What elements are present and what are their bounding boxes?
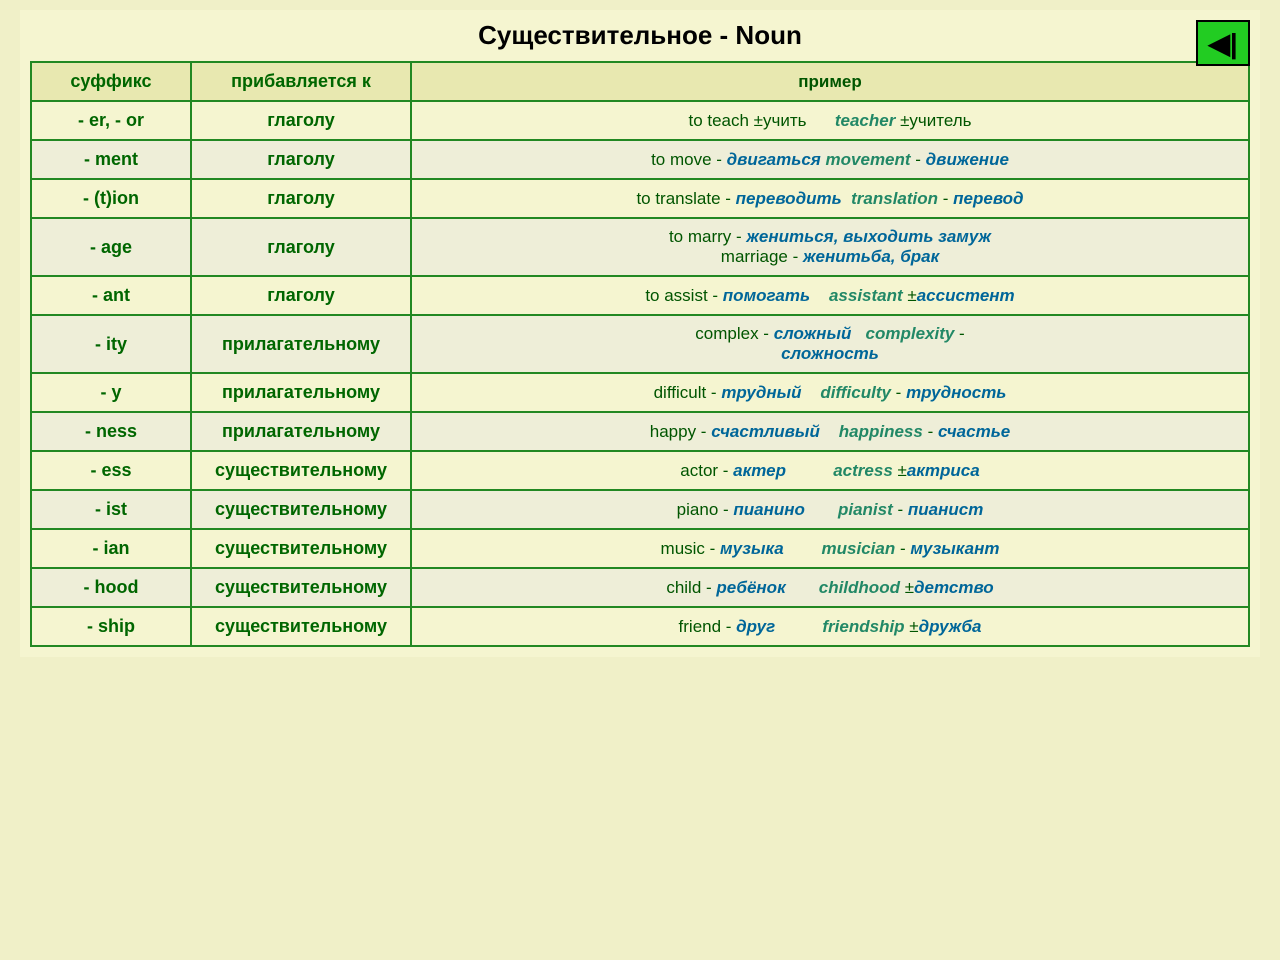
table-row: - ianсуществительномуmusic - музыка musi… [31,529,1249,568]
suffix-cell: - ship [31,607,191,646]
base-cell: прилагательному [191,373,411,412]
base-cell: существительному [191,529,411,568]
example-cell: actor - актер actress ±актриса [411,451,1249,490]
table-row: - mentглаголуto move - двигаться movemen… [31,140,1249,179]
example-cell: to assist - помогать assistant ±ассистен… [411,276,1249,315]
suffix-cell: - ment [31,140,191,179]
example-cell: piano - пианино pianist - пианист [411,490,1249,529]
suffix-cell: - ant [31,276,191,315]
base-cell: глаголу [191,218,411,276]
header-base: прибавляется к [191,62,411,101]
suffix-cell: - ess [31,451,191,490]
example-cell: complex - сложный complexity -сложность [411,315,1249,373]
table-row: - istсуществительномуpiano - пианино pia… [31,490,1249,529]
base-cell: существительному [191,568,411,607]
example-cell: to translate - переводить translation - … [411,179,1249,218]
header-suffix: суффикс [31,62,191,101]
table-row: - antглаголуto assist - помогать assista… [31,276,1249,315]
header-example: пример [411,62,1249,101]
suffix-cell: - hood [31,568,191,607]
suffix-cell: - ist [31,490,191,529]
base-cell: глаголу [191,179,411,218]
suffix-cell: - ness [31,412,191,451]
suffix-cell: - er, - or [31,101,191,140]
suffix-cell: - age [31,218,191,276]
base-cell: прилагательному [191,315,411,373]
noun-suffixes-table: суффикс прибавляется к пример - er, - or… [30,61,1250,647]
table-row: - essсуществительномуactor - актер actre… [31,451,1249,490]
suffix-cell: - (t)ion [31,179,191,218]
example-cell: friend - друг friendship ±дружба [411,607,1249,646]
page-title: Существительное - Noun [478,20,802,51]
example-cell: music - музыка musician - музыкант [411,529,1249,568]
table-row: - shipсуществительномуfriend - друг frie… [31,607,1249,646]
table-row: - er, - orглаголуto teach ±учить teacher… [31,101,1249,140]
nav-button[interactable]: ◀| [1196,20,1250,66]
table-row: - nessприлагательномуhappy - счастливый … [31,412,1249,451]
nav-icon: ◀| [1208,27,1237,60]
example-cell: to teach ±учить teacher ±учитель [411,101,1249,140]
suffix-cell: - ian [31,529,191,568]
table-row: - hoodсуществительномуchild - ребёнок ch… [31,568,1249,607]
table-row: - (t)ionглаголуto translate - переводить… [31,179,1249,218]
page-wrapper: Существительное - Noun ◀| суффикс прибав… [20,10,1260,657]
base-cell: глаголу [191,276,411,315]
example-cell: difficult - трудный difficulty - труднос… [411,373,1249,412]
base-cell: существительному [191,490,411,529]
example-cell: child - ребёнок childhood ±детство [411,568,1249,607]
base-cell: существительному [191,607,411,646]
example-cell: happy - счастливый happiness - счастье [411,412,1249,451]
table-row: - ityприлагательномуcomplex - сложный co… [31,315,1249,373]
example-cell: to marry - жениться, выходить замужmarri… [411,218,1249,276]
example-cell: to move - двигаться movement - движение [411,140,1249,179]
suffix-cell: - ity [31,315,191,373]
base-cell: прилагательному [191,412,411,451]
base-cell: существительному [191,451,411,490]
table-row: - yприлагательномуdifficult - трудный di… [31,373,1249,412]
title-row: Существительное - Noun ◀| [30,20,1250,51]
base-cell: глаголу [191,140,411,179]
table-row: - ageглаголуto marry - жениться, выходит… [31,218,1249,276]
suffix-cell: - y [31,373,191,412]
table-header-row: суффикс прибавляется к пример [31,62,1249,101]
base-cell: глаголу [191,101,411,140]
